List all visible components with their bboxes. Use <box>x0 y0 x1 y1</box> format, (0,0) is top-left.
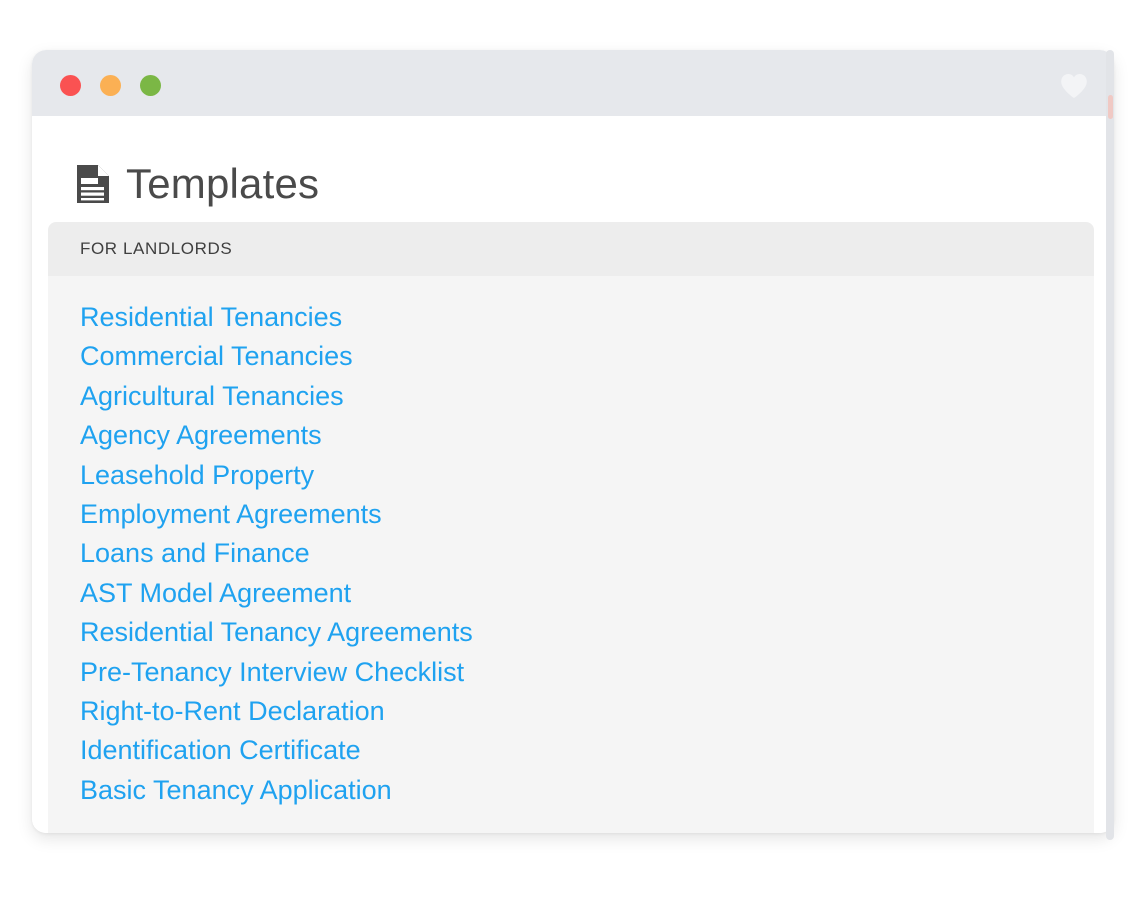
list-item[interactable]: Right-to-Rent Declaration <box>80 692 385 731</box>
scrollbar-track[interactable] <box>1106 50 1114 840</box>
list-item[interactable]: AST Model Agreement <box>80 574 351 613</box>
list-item[interactable]: Agricultural Tenancies <box>80 377 344 416</box>
list-item[interactable]: Loans and Finance <box>80 534 310 573</box>
close-button[interactable] <box>60 75 81 96</box>
document-icon <box>76 164 110 204</box>
window-content: Templates FOR LANDLORDS Residential Tena… <box>32 116 1114 833</box>
page-title: Templates <box>126 160 320 207</box>
window-titlebar <box>32 50 1114 116</box>
app-window: Templates FOR LANDLORDS Residential Tena… <box>32 50 1114 833</box>
list-item[interactable]: Identification Certificate <box>80 731 361 770</box>
list-item[interactable]: Residential Tenancies <box>80 298 342 337</box>
page-title-row: Templates <box>32 116 1114 222</box>
list-item[interactable]: Leasehold Property <box>80 456 314 495</box>
list-item[interactable]: Pre-Tenancy Interview Checklist <box>80 653 464 692</box>
card-section-header: FOR LANDLORDS <box>48 222 1094 276</box>
maximize-button[interactable] <box>140 75 161 96</box>
list-item[interactable]: Basic Tenancy Application <box>80 771 392 810</box>
window-controls <box>60 75 161 96</box>
list-item[interactable]: Commercial Tenancies <box>80 337 353 376</box>
minimize-button[interactable] <box>100 75 121 96</box>
heart-icon[interactable] <box>1060 72 1088 100</box>
scrollbar-thumb[interactable] <box>1108 95 1113 119</box>
templates-card: FOR LANDLORDS Residential Tenancies Comm… <box>48 222 1094 833</box>
screen-root: Templates FOR LANDLORDS Residential Tena… <box>0 0 1140 900</box>
template-list: Residential Tenancies Commercial Tenanci… <box>48 276 1094 828</box>
list-item[interactable]: Residential Tenancy Agreements <box>80 613 473 652</box>
list-item[interactable]: Agency Agreements <box>80 416 322 455</box>
list-item[interactable]: Employment Agreements <box>80 495 382 534</box>
section-label: FOR LANDLORDS <box>80 239 233 258</box>
